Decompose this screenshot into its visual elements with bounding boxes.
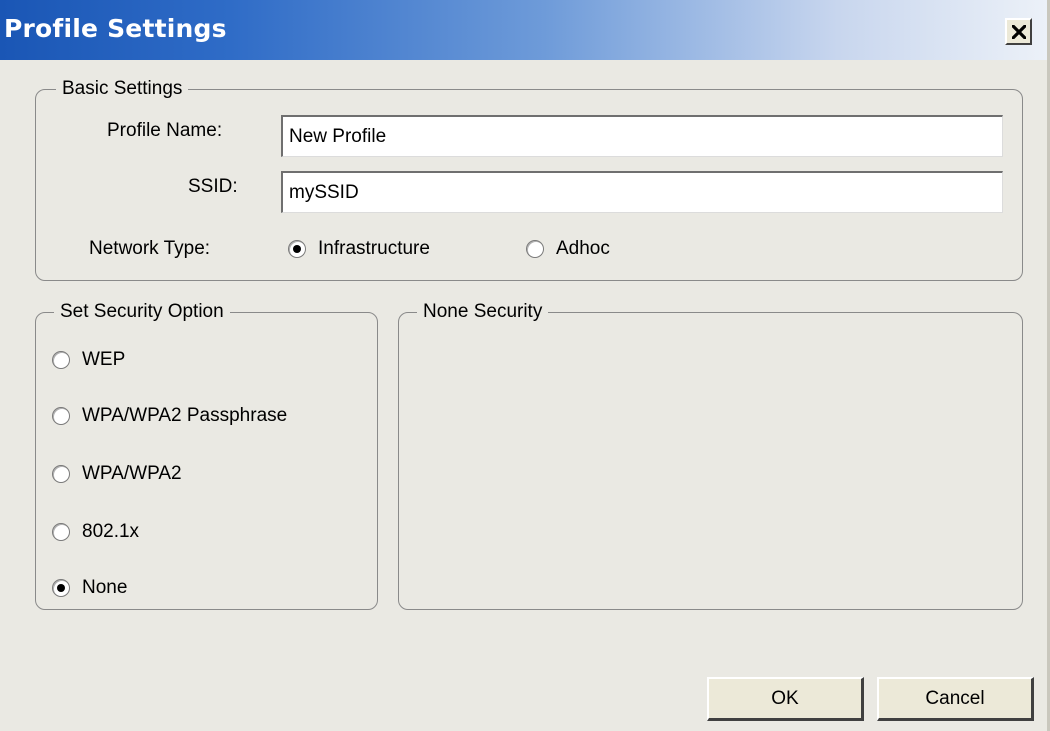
wpa-passphrase-label: WPA/WPA2 Passphrase xyxy=(82,405,288,426)
security-none-radio[interactable]: None xyxy=(52,577,127,599)
profile-settings-dialog: Profile Settings Basic Settings Profile … xyxy=(0,0,1050,731)
security-option-legend: Set Security Option xyxy=(54,299,230,325)
none-security-legend: None Security xyxy=(417,299,549,325)
radio-circle xyxy=(52,407,70,425)
network-type-adhoc-radio[interactable]: Adhoc xyxy=(526,238,610,260)
ssid-label: SSID: xyxy=(188,176,238,197)
radio-circle xyxy=(52,579,70,597)
8021x-label: 802.1x xyxy=(82,521,140,542)
close-button[interactable] xyxy=(1005,18,1032,45)
none-label: None xyxy=(82,577,128,598)
title-bar[interactable]: Profile Settings xyxy=(0,0,1047,60)
wep-label: WEP xyxy=(82,349,126,370)
basic-settings-legend: Basic Settings xyxy=(56,76,189,102)
security-wpa-passphrase-radio[interactable]: WPA/WPA2 Passphrase xyxy=(52,405,287,427)
adhoc-label: Adhoc xyxy=(556,238,610,259)
window-title: Profile Settings xyxy=(4,14,227,43)
close-icon xyxy=(1012,25,1026,39)
basic-settings-group: Basic Settings Profile Name: New Profile… xyxy=(35,76,1023,281)
security-option-group: Set Security Option WEP WPA/WPA2 Passphr… xyxy=(35,299,378,610)
security-wpa-wpa2-radio[interactable]: WPA/WPA2 xyxy=(52,463,182,485)
security-wep-radio[interactable]: WEP xyxy=(52,349,125,371)
ok-button[interactable]: OK xyxy=(707,677,864,721)
none-security-group: None Security xyxy=(398,299,1023,610)
infrastructure-label: Infrastructure xyxy=(318,238,430,259)
security-8021x-radio[interactable]: 802.1x xyxy=(52,521,139,543)
radio-circle xyxy=(52,465,70,483)
network-type-label: Network Type: xyxy=(89,238,211,259)
radio-circle xyxy=(52,351,70,369)
profile-name-field[interactable]: New Profile xyxy=(281,115,1003,157)
cancel-button[interactable]: Cancel xyxy=(877,677,1034,721)
wpa-wpa2-label: WPA/WPA2 xyxy=(82,463,182,484)
ssid-field[interactable]: mySSID xyxy=(281,171,1003,213)
radio-circle xyxy=(52,523,70,541)
radio-circle xyxy=(526,240,544,258)
radio-circle xyxy=(288,240,306,258)
network-type-infrastructure-radio[interactable]: Infrastructure xyxy=(288,238,430,260)
profile-name-label: Profile Name: xyxy=(107,120,223,141)
